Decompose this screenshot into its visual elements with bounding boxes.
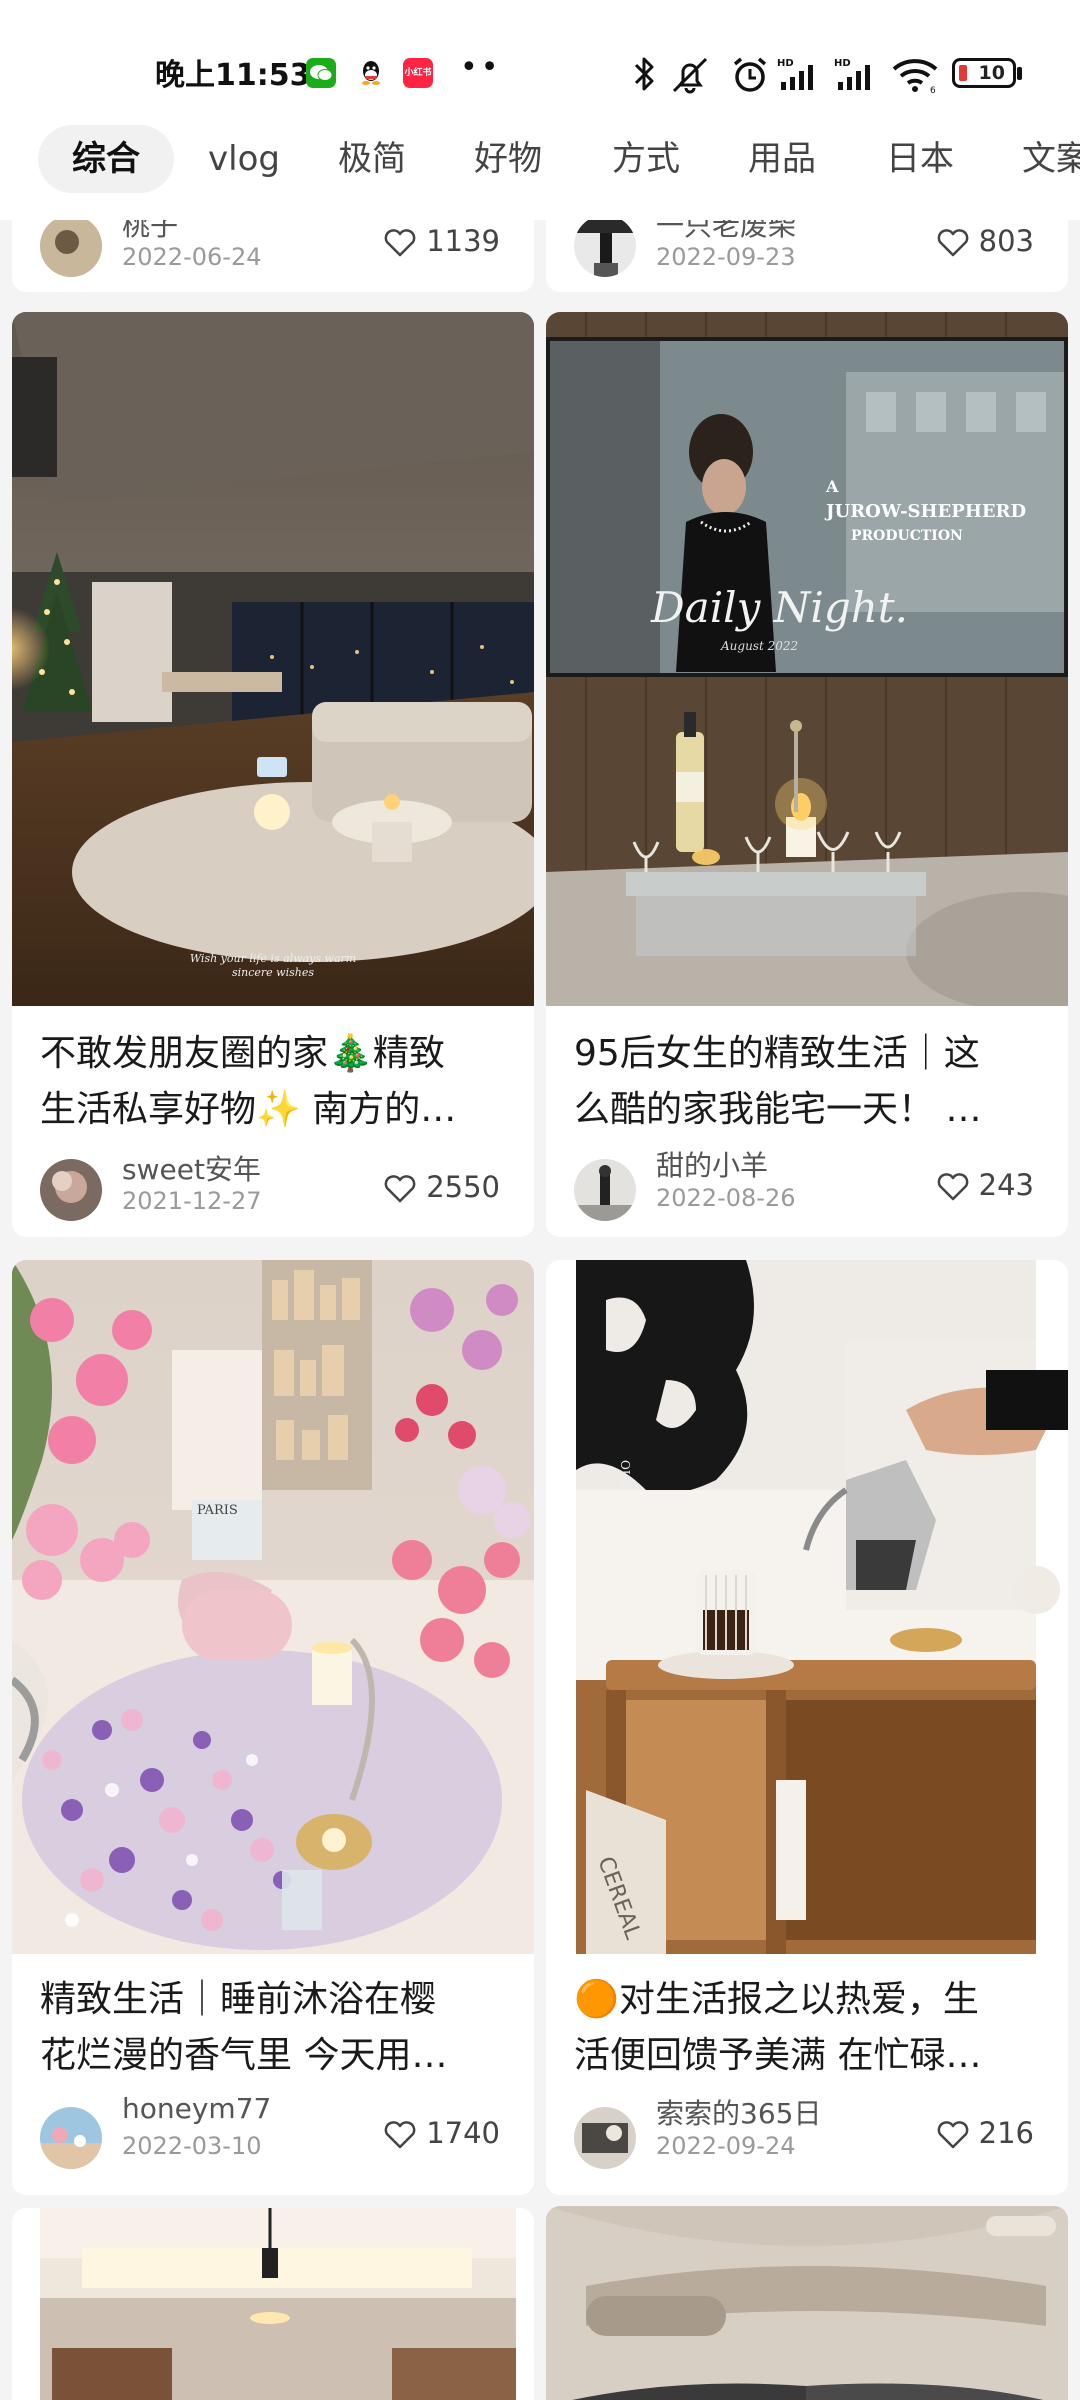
post-date: 2021-12-27	[122, 1187, 262, 1215]
feed: 桃子 2022-06-24 1139 一只老废柴 2022-09-23 803	[0, 220, 1080, 2400]
svg-text:HD: HD	[777, 58, 794, 69]
heart-icon	[937, 2121, 969, 2149]
mute-icon	[672, 57, 708, 94]
tab-lifestyle[interactable]: 方式	[612, 125, 680, 193]
avatar	[40, 1159, 102, 1221]
note-title-line: 生活私享好物✨ 南方的…	[40, 1089, 457, 1130]
like-count[interactable]: 1740	[384, 2116, 500, 2150]
note-card[interactable]: OUR DAILY LIFE CEREAL	[546, 1260, 1068, 2195]
cover-image[interactable]: OUR DAILY LIFE CEREAL	[546, 1260, 1068, 1954]
like-count-value: 2550	[426, 1170, 500, 1204]
author-name: 桃子	[122, 220, 179, 242]
qq-icon	[356, 58, 386, 88]
bluetooth-icon	[634, 57, 654, 91]
status-time: 晚上11:53	[155, 58, 311, 93]
post-date: 2022-09-23	[656, 243, 796, 271]
tab-comprehensive[interactable]: 综合	[38, 125, 174, 193]
author-name: sweet安年	[122, 1153, 261, 1186]
like-count[interactable]: 243	[937, 1168, 1034, 1202]
note-title: 🟠对生活报之以热爱，生 活便回馈予美满 在忙碌…	[574, 1972, 1040, 2084]
note-card[interactable]: PARIS 精致生活｜睡前沐浴在樱 花烂漫的香气里 今天用… honeym77 …	[12, 1260, 534, 2195]
note-title-line: 么酷的家我能宅一天！ …	[574, 1089, 982, 1130]
more-notifications-icon: ••	[460, 50, 502, 85]
note-card[interactable]: 一只老废柴 2022-09-23 803	[546, 220, 1068, 292]
alarm-icon	[733, 57, 767, 92]
avatar	[574, 1159, 636, 1221]
avatar	[574, 220, 636, 277]
wifi-icon: 6	[892, 59, 938, 95]
image-caption: PARIS	[197, 1503, 238, 1518]
screen-text: August 2022	[720, 639, 798, 653]
note-title-line: 精致生活｜睡前沐浴在樱	[40, 1979, 437, 2020]
svg-text:6: 6	[930, 86, 936, 95]
like-count-value: 216	[978, 2116, 1034, 2150]
note-title: 不敢发朋友圈的家🎄精致 生活私享好物✨ 南方的…	[40, 1026, 506, 1138]
note-card[interactable]: 桃子 2022-06-24 1139	[12, 220, 534, 292]
signal-1-icon: HD	[777, 58, 813, 90]
tab-japan[interactable]: 日本	[886, 125, 954, 193]
heart-icon	[384, 1175, 416, 1203]
note-title-line: 不敢发朋友圈的家🎄精致	[40, 1033, 445, 1074]
note-title: 95后女生的精致生活｜这 么酷的家我能宅一天！ …	[574, 1026, 1040, 1138]
note-title: 精致生活｜睡前沐浴在樱 花烂漫的香气里 今天用…	[40, 1972, 506, 2084]
cover-image[interactable]: Wish your life is always warm sincere wi…	[12, 312, 534, 1006]
like-count-value: 1139	[426, 224, 500, 258]
svg-text:HD: HD	[834, 58, 851, 69]
heart-icon	[384, 229, 416, 257]
screen-text: A	[825, 477, 839, 496]
tab-minimal[interactable]: 极简	[338, 125, 406, 193]
wechat-icon	[306, 58, 336, 88]
tab-copywriting[interactable]: 文案	[1022, 125, 1080, 193]
note-title-line: 95后女生的精致生活｜这	[574, 1033, 980, 1074]
signal-2-icon: HD	[834, 58, 870, 90]
note-card[interactable]	[546, 2206, 1068, 2400]
battery-level: 10	[978, 62, 1005, 84]
screen-text: PRODUCTION	[851, 528, 963, 544]
battery-icon: 10	[952, 58, 1022, 88]
author-name: 一只老废柴	[656, 220, 797, 242]
cover-image[interactable]	[546, 2206, 1068, 2400]
like-count[interactable]: 1139	[384, 224, 500, 258]
note-title-line: 🟠对生活报之以热爱，生	[574, 1979, 979, 2020]
author-name: 索索的365日	[656, 2097, 822, 2130]
note-title-line: 活便回馈予美满 在忙碌…	[574, 2035, 982, 2076]
like-count-value: 243	[978, 1168, 1034, 1202]
cover-image[interactable]: PARIS	[12, 1260, 534, 1954]
avatar	[574, 2107, 636, 2169]
note-title-line: 花烂漫的香气里 今天用…	[40, 2035, 448, 2076]
avatar	[40, 220, 102, 277]
heart-icon	[937, 1173, 969, 1201]
post-date: 2022-08-26	[656, 1184, 796, 1212]
like-count[interactable]: 803	[937, 224, 1034, 258]
cover-image[interactable]	[12, 2208, 534, 2400]
status-bar: 晚上11:53 小红书 •• HD HD 6 10	[0, 0, 1080, 120]
post-date: 2022-03-10	[122, 2132, 262, 2160]
image-caption: Wish your life is always warm	[190, 952, 356, 965]
note-card[interactable]: Wish your life is always warm sincere wi…	[12, 312, 534, 1237]
like-count[interactable]: 216	[937, 2116, 1034, 2150]
heart-icon	[384, 2121, 416, 2149]
tab-supplies[interactable]: 用品	[748, 125, 816, 193]
screen-text: Daily Night.	[650, 583, 908, 632]
image-caption: sincere wishes	[232, 966, 314, 979]
post-date: 2022-06-24	[122, 243, 262, 271]
note-card[interactable]: A JUROW-SHEPHERD PRODUCTION Daily Night.…	[546, 312, 1068, 1237]
tab-goods[interactable]: 好物	[474, 125, 542, 193]
avatar	[40, 2107, 102, 2169]
author-name: 甜的小羊	[656, 1149, 769, 1182]
xiaohongshu-icon: 小红书	[403, 58, 433, 88]
screen-text: JUROW-SHEPHERD	[824, 501, 1026, 522]
cover-image[interactable]: A JUROW-SHEPHERD PRODUCTION Daily Night.…	[546, 312, 1068, 1006]
like-count-value: 803	[978, 224, 1034, 258]
heart-icon	[937, 229, 969, 257]
like-count[interactable]: 2550	[384, 1170, 500, 1204]
tab-vlog[interactable]: vlog	[208, 125, 280, 193]
post-date: 2022-09-24	[656, 2132, 796, 2160]
category-tabs: 综合 vlog 极简 好物 方式 用品 日本 文案	[0, 120, 1080, 220]
like-count-value: 1740	[426, 2116, 500, 2150]
author-name: honeym77	[122, 2092, 272, 2125]
note-card[interactable]	[12, 2208, 534, 2400]
